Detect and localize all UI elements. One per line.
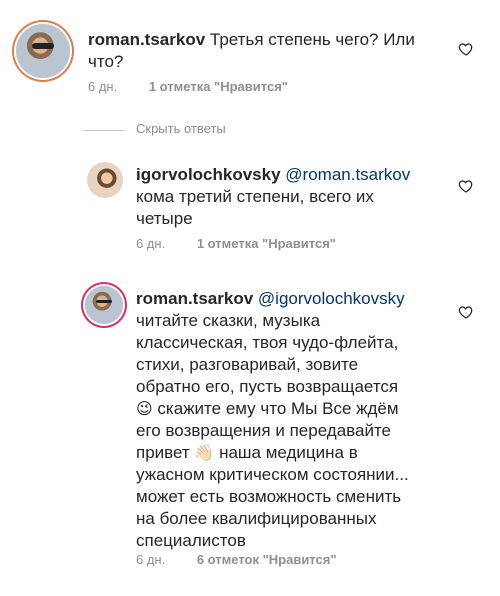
- comment-likes-link[interactable]: 1 отметка "Нравится": [149, 79, 288, 94]
- comment-line: что?: [88, 52, 124, 71]
- reply-line: его возвращения и передавайте: [136, 421, 391, 440]
- comment-1: roman.tsarkov Третья степень чего? Или ч…: [0, 0, 500, 100]
- avatar-glasses: [32, 43, 54, 49]
- reply-1: igorvolochkovsky @roman.tsarkov кома тре…: [0, 150, 500, 260]
- reply-age: 6 дн.: [136, 236, 166, 251]
- comment-age: 6 дн.: [88, 79, 118, 94]
- reply-mention[interactable]: @roman.tsarkov: [285, 165, 410, 184]
- comment-username[interactable]: roman.tsarkov: [88, 30, 205, 49]
- avatar[interactable]: [85, 286, 123, 324]
- comment-line: Третья степень чего? Или: [209, 30, 415, 49]
- reply-line: наша медицина в: [219, 443, 358, 462]
- reply-text: igorvolochkovsky @roman.tsarkov кома тре…: [136, 164, 446, 230]
- reply-mention[interactable]: @igorvolochkovsky: [258, 289, 405, 308]
- heart-icon[interactable]: [458, 178, 474, 194]
- reply-line: на более квалифицированных: [136, 509, 377, 528]
- avatar[interactable]: [16, 24, 70, 78]
- reply-line: обратно его, пусть возвращается: [136, 377, 399, 396]
- heart-icon[interactable]: [458, 41, 474, 57]
- reply-likes-link[interactable]: 1 отметка "Нравится": [197, 236, 336, 251]
- hide-replies-button[interactable]: Скрыть ответы: [136, 121, 226, 136]
- replies-divider: [84, 130, 124, 131]
- reply-username[interactable]: roman.tsarkov: [136, 289, 253, 308]
- wink-emoji-icon: 😉: [136, 399, 153, 418]
- reply-text: roman.tsarkov @igorvolochkovsky читайте …: [136, 288, 456, 552]
- reply-age: 6 дн.: [136, 552, 166, 567]
- reply-line: кома третий степени, всего их: [136, 187, 374, 206]
- reply-likes-link[interactable]: 6 отметок "Нравится": [197, 552, 337, 567]
- comment-text: roman.tsarkov Третья степень чего? Или ч…: [88, 29, 428, 73]
- reply-line: читайте сказки, музыка: [136, 311, 321, 330]
- wave-emoji-icon: 👋🏻: [194, 443, 215, 462]
- reply-line: скажите ему что Мы Все ждём: [157, 399, 399, 418]
- reply-line: может есть возможность сменить: [136, 487, 402, 506]
- reply-line: четыре: [136, 209, 193, 228]
- avatar-glasses: [96, 299, 112, 304]
- reply-meta: 6 дн. 6 отметок "Нравится": [136, 552, 336, 567]
- reply-line: ужасном критическом состоянии...: [136, 465, 409, 484]
- reply-line: специалистов: [136, 531, 246, 550]
- reply-2: roman.tsarkov @igorvolochkovsky читайте …: [0, 280, 500, 596]
- reply-line: стихи, разговаривай, зовите: [136, 355, 359, 374]
- reply-meta: 6 дн. 1 отметка "Нравится": [136, 236, 336, 251]
- reply-username[interactable]: igorvolochkovsky: [136, 165, 281, 184]
- heart-icon[interactable]: [458, 304, 474, 320]
- comment-meta: 6 дн. 1 отметка "Нравится": [88, 79, 288, 94]
- reply-line: классическая, твоя чудо-флейта,: [136, 333, 399, 352]
- avatar[interactable]: [87, 162, 123, 198]
- reply-line: привет: [136, 443, 190, 462]
